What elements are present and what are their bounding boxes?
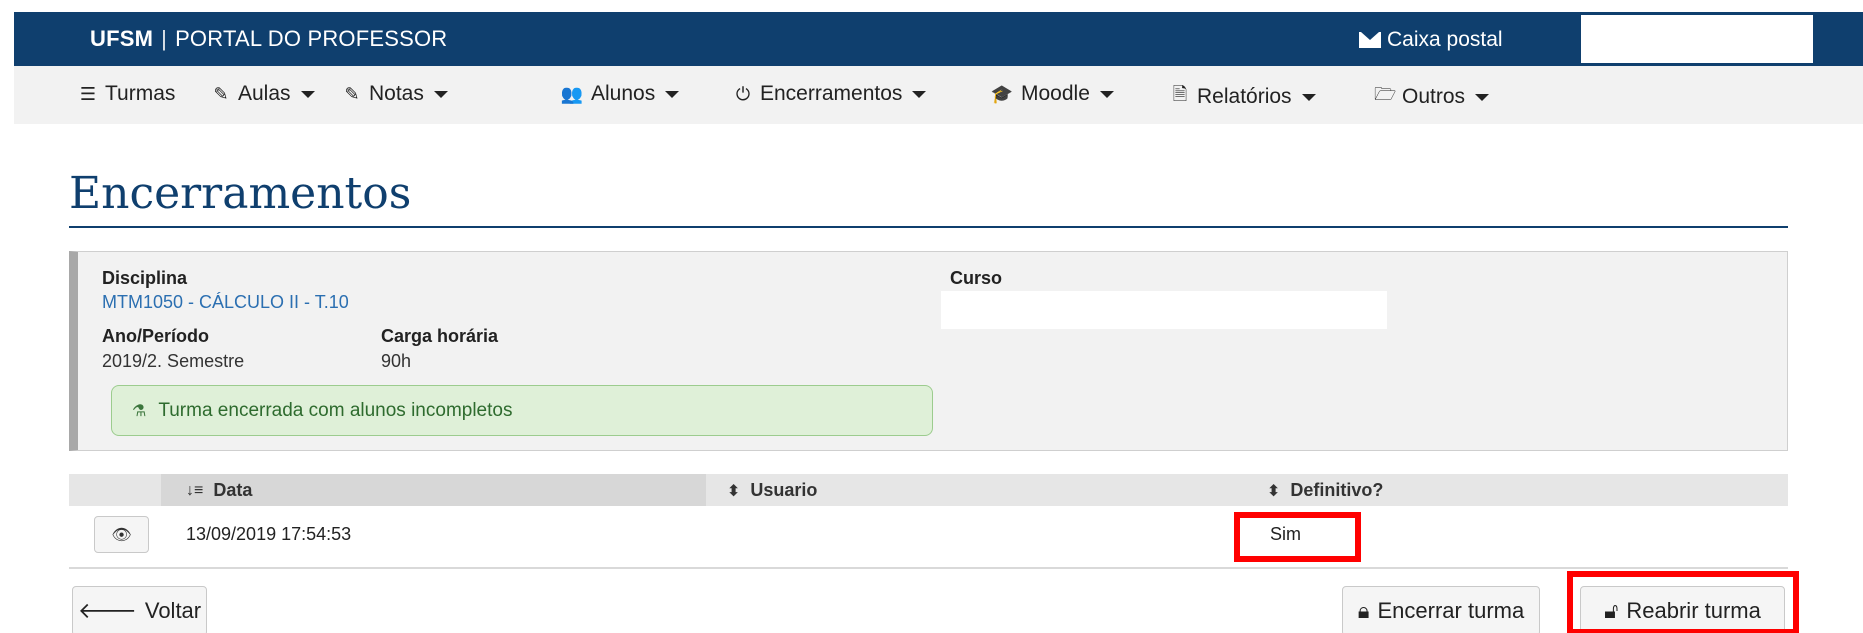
curso-label: Curso xyxy=(950,268,1003,288)
sort-ascending-icon: ↓≡ xyxy=(186,481,204,499)
pencil-icon: ✎ xyxy=(344,83,360,104)
main-nav: ☰ Turmas ✎ Aulas ✎ Notas 👥 Alunos ⏻ Ence… xyxy=(14,66,1863,124)
folder-open-icon: 🗁 xyxy=(1374,84,1397,104)
table-row: 👁 13/09/2019 17:54:53 Sim xyxy=(69,507,1788,569)
nav-label: Moodle xyxy=(1021,82,1090,105)
brand-name: UFSM xyxy=(90,26,154,51)
curso-value-redacted xyxy=(941,291,1387,329)
power-icon: ⏻ xyxy=(735,83,751,104)
pencil-icon: ✎ xyxy=(213,83,229,104)
caret-down-icon xyxy=(912,90,927,98)
page-title: Encerramentos xyxy=(69,168,412,219)
nav-item-notas[interactable]: ✎ Notas xyxy=(341,82,448,106)
nav-label: Notas xyxy=(369,82,424,105)
nav-label: Turmas xyxy=(105,82,176,105)
carga-horaria-label: Carga horária xyxy=(381,326,499,346)
disciplina-label: Disciplina xyxy=(102,268,188,288)
flask-icon: ⚗ xyxy=(132,402,147,420)
highlight-box xyxy=(1234,512,1361,562)
column-header-definitivo[interactable]: ⬍ Definitivo? xyxy=(1267,480,1383,501)
column-header-data[interactable]: ↓≡ Data xyxy=(186,480,252,501)
caret-down-icon xyxy=(300,90,315,98)
nav-label: Relatórios xyxy=(1197,85,1292,108)
caret-down-icon xyxy=(1301,93,1316,101)
lock-icon: 🔒︎ xyxy=(1357,598,1370,623)
top-header: UFSM | PORTAL DO PROFESSOR Caixa postal xyxy=(14,12,1863,66)
ano-periodo-value: 2019/2. Semestre xyxy=(102,351,245,371)
eye-icon: 👁 xyxy=(111,526,132,544)
back-button-label: Voltar xyxy=(144,598,202,623)
caret-down-icon xyxy=(1099,90,1114,98)
disciplina-link[interactable]: MTM1050 - CÁLCULO II - T.10 xyxy=(102,292,349,313)
nav-label: Encerramentos xyxy=(760,82,903,105)
nav-item-turmas[interactable]: ☰ Turmas xyxy=(77,82,175,106)
sort-icon: ⬍ xyxy=(1267,482,1281,500)
column-header-label: Definitivo? xyxy=(1290,480,1384,500)
close-class-button[interactable]: 🔒︎ Encerrar turma xyxy=(1342,586,1540,633)
nav-label: Alunos xyxy=(591,82,656,105)
caret-down-icon xyxy=(665,90,680,98)
arrow-left-icon: 🡐 xyxy=(77,598,137,623)
mailbox-link[interactable]: Caixa postal xyxy=(1359,28,1503,52)
column-header-label: Usuario xyxy=(750,480,818,500)
status-alert: ⚗ Turma encerrada com alunos incompletos xyxy=(111,385,933,436)
carga-horaria-value: 90h xyxy=(381,351,412,371)
cell-data: 13/09/2019 17:54:53 xyxy=(186,524,352,544)
view-button[interactable]: 👁 xyxy=(94,516,149,553)
caret-down-icon xyxy=(433,90,448,98)
back-button[interactable]: 🡐 Voltar xyxy=(72,586,207,633)
title-divider xyxy=(69,226,1788,228)
users-icon: 👥 xyxy=(560,83,584,104)
class-info-panel: Disciplina MTM1050 - CÁLCULO II - T.10 A… xyxy=(69,251,1788,451)
highlight-box xyxy=(1567,571,1799,633)
nav-item-moodle[interactable]: 🎓 Moodle xyxy=(989,82,1114,106)
ano-periodo-label: Ano/Período xyxy=(102,326,209,346)
envelope-icon xyxy=(1359,32,1381,48)
table-header: ↓≡ Data ⬍ Usuario ⬍ Definitivo? xyxy=(69,474,1788,506)
portal-brand[interactable]: UFSM | PORTAL DO PROFESSOR xyxy=(90,26,447,52)
nav-item-outros[interactable]: 🗁 Outros xyxy=(1374,82,1490,112)
nav-item-encerramentos[interactable]: ⏻ Encerramentos xyxy=(732,82,927,106)
mailbox-label: Caixa postal xyxy=(1387,28,1503,51)
nav-item-alunos[interactable]: 👥 Alunos xyxy=(559,82,680,106)
column-header-label: Data xyxy=(213,480,253,500)
nav-label: Outros xyxy=(1402,85,1466,108)
nav-item-aulas[interactable]: ✎ Aulas xyxy=(210,82,315,106)
nav-label: Aulas xyxy=(238,82,291,105)
column-header-usuario[interactable]: ⬍ Usuario xyxy=(727,480,817,501)
graduation-cap-icon: 🎓 xyxy=(990,83,1014,104)
sort-icon: ⬍ xyxy=(727,482,741,500)
list-icon: ☰ xyxy=(79,83,97,104)
portal-title: PORTAL DO PROFESSOR xyxy=(175,26,448,51)
alert-text: Turma encerrada com alunos incompletos xyxy=(158,399,513,421)
close-class-label: Encerrar turma xyxy=(1377,598,1525,623)
caret-down-icon xyxy=(1475,93,1490,101)
nav-item-relatorios[interactable]: 🗎 Relatórios xyxy=(1169,82,1316,112)
brand-separator: | xyxy=(161,26,168,51)
user-menu[interactable] xyxy=(1581,15,1813,63)
file-icon: 🗎 xyxy=(1172,84,1188,104)
